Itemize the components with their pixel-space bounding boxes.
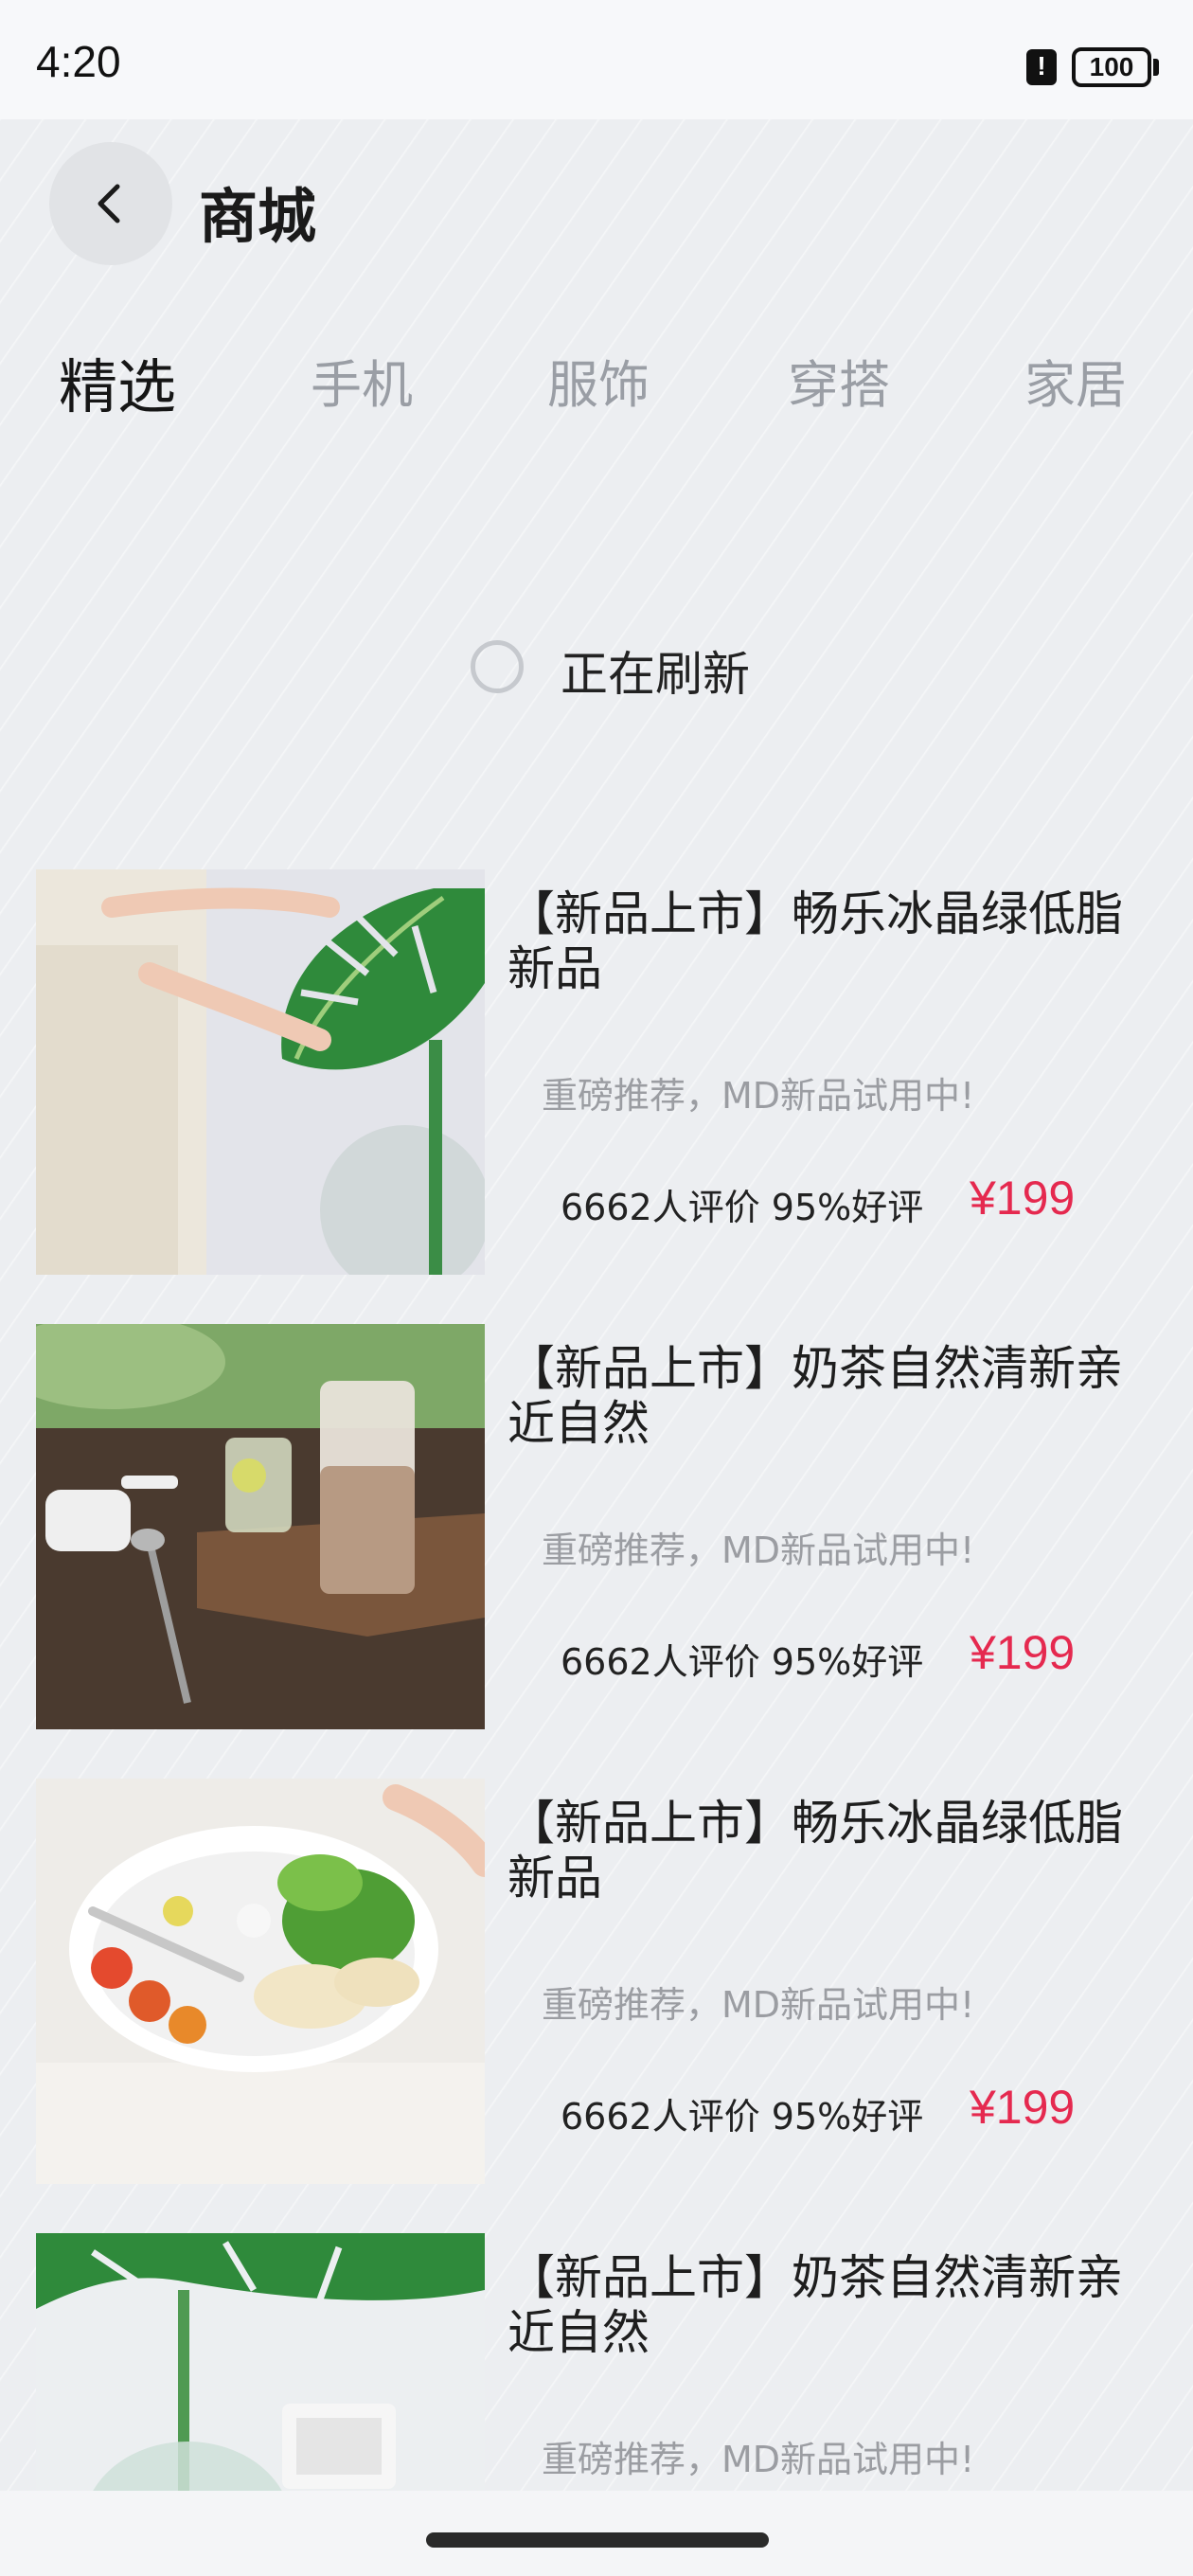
status-time: 4:20 — [36, 37, 121, 86]
battery-level: 100 — [1089, 52, 1134, 81]
product-title: 【新品上市】奶茶自然清新亲近自然 — [507, 1341, 1123, 1451]
status-bar: 4:20 ! 100 — [0, 0, 1193, 119]
product-price: ¥199 — [970, 1626, 1076, 1679]
tab-featured[interactable]: 精选 — [59, 339, 176, 424]
page-title: 商城 — [199, 182, 317, 251]
tab-apparel[interactable]: 服饰 — [547, 343, 650, 418]
product-title: 【新品上市】畅乐冰晶绿低脂新品 — [507, 886, 1123, 996]
product-title: 【新品上市】畅乐冰晶绿低脂新品 — [507, 1796, 1123, 1905]
battery-icon: 100 — [1072, 47, 1151, 87]
product-item[interactable]: 【新品上市】奶茶自然清新亲近自然 重磅推荐，MD新品试用中! 6662人评价 9… — [36, 1324, 1193, 1729]
loading-spinner-icon — [471, 640, 524, 693]
product-subtitle: 重磅推荐，MD新品试用中! — [542, 1075, 975, 1117]
tab-home[interactable]: 家居 — [1024, 343, 1127, 418]
product-title: 【新品上市】奶茶自然清新亲近自然 — [507, 2250, 1123, 2360]
product-reviews: 6662人评价 95%好评 — [561, 1187, 924, 1228]
product-subtitle: 重磅推荐，MD新品试用中! — [542, 1530, 975, 1571]
product-image — [36, 1779, 485, 2184]
product-item[interactable]: 【新品上市】畅乐冰晶绿低脂新品 重磅推荐，MD新品试用中! 6662人评价 95… — [36, 869, 1193, 1275]
tab-outfits[interactable]: 穿搭 — [788, 343, 890, 418]
chevron-left-icon — [98, 184, 120, 224]
refresh-status-text: 正在刷新 — [561, 647, 750, 702]
product-price: ¥199 — [970, 1172, 1076, 1225]
product-price: ¥199 — [970, 2081, 1076, 2134]
back-button[interactable] — [49, 142, 172, 265]
product-reviews: 6662人评价 95%好评 — [561, 2096, 924, 2138]
alert-glyph: ! — [1037, 51, 1046, 80]
product-subtitle: 重磅推荐，MD新品试用中! — [542, 2439, 975, 2480]
product-reviews: 6662人评价 95%好评 — [561, 1641, 924, 1683]
product-item[interactable]: 【新品上市】畅乐冰晶绿低脂新品 重磅推荐，MD新品试用中! 6662人评价 95… — [36, 1779, 1193, 2184]
product-image — [36, 1324, 485, 1729]
alert-icon: ! — [1026, 49, 1057, 85]
home-indicator[interactable] — [426, 2532, 769, 2548]
battery-cap — [1153, 59, 1159, 76]
tab-phones[interactable]: 手机 — [311, 343, 413, 418]
product-image — [36, 869, 485, 1275]
product-subtitle: 重磅推荐，MD新品试用中! — [542, 1984, 975, 2026]
app-screen: 4:20 ! 100 商城 精选 手机 服饰 穿搭 家居 正在刷新 【新品上市】… — [0, 0, 1193, 2576]
